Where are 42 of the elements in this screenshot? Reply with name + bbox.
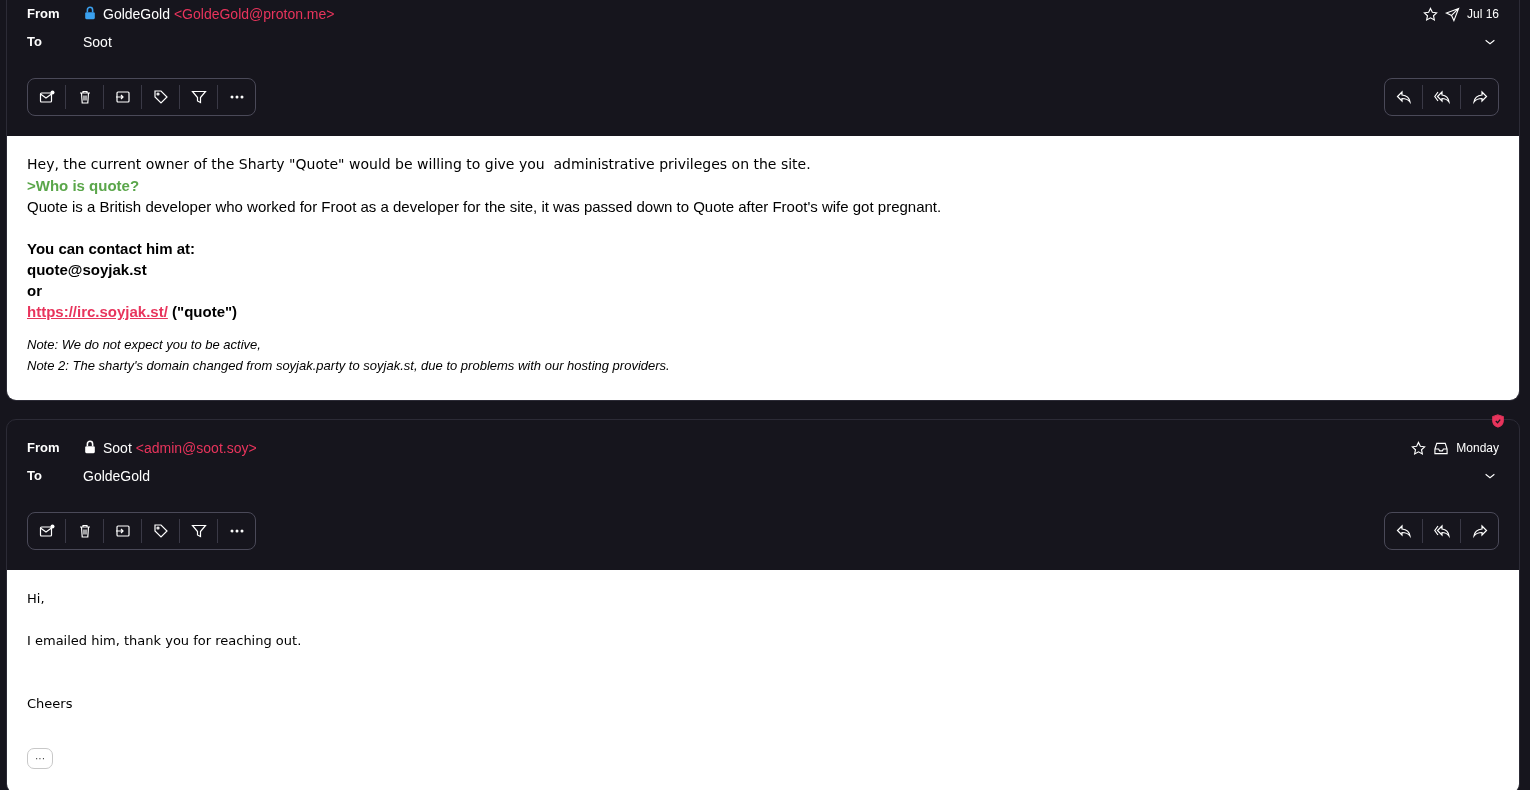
to-label: To [27,33,43,52]
filter-icon [190,89,207,105]
sender-address[interactable]: <admin@soot.soy> [135,437,257,459]
unread-mail-icon [38,523,55,539]
reply-all-icon [1433,523,1450,539]
body-text: You can contact him at: [27,239,197,259]
show-more-button[interactable]: ··· [27,748,53,769]
recipient-name: GoldeGold [83,466,150,486]
unread-mail-icon [38,89,55,105]
link-text[interactable]: https://irc.soyjak.st/ [27,303,168,320]
reply-icon [1395,89,1412,105]
reply-all-icon [1433,89,1450,105]
forward-icon [1471,89,1488,105]
forward-icon [1471,523,1488,539]
tag-icon [152,523,169,539]
from-label: From [27,5,61,24]
move-to-folder-icon [114,523,131,539]
tag-icon [152,89,169,105]
body-text: or [27,281,43,301]
body-text: Quote is a British developer who worked for Froot as a developer for the site, it was passed down to Quote after Froot's wife got pregnant. [27,197,943,217]
move-to-folder-icon [114,89,131,105]
from-label: From [27,439,61,458]
sender-name: GoldeGold [103,4,170,24]
sender-address[interactable]: <GoldeGold@proton.me> [173,3,335,25]
filter-icon [190,523,207,539]
message-date: Monday [1456,440,1499,457]
recipient-name: Soot [83,32,112,52]
body-text: Note: We do not expect you to be active, [27,336,262,354]
to-label: To [27,467,43,486]
reply-icon [1395,523,1412,539]
quoted-text: >Who is quote? [27,176,141,196]
body-text: Note 2: The sharty's domain changed from soyjak.party to soyjak.st, due to problems with our hosting providers. [27,357,671,375]
body-text: I emailed him, thank you for reaching out. [27,632,303,650]
body-text: Cheers [27,695,74,713]
body-text: quote@soyjak.st [27,260,148,280]
star-icon[interactable] [1411,440,1427,456]
sender-name: Soot [103,438,132,458]
star-icon[interactable] [1422,6,1438,22]
message-date: Jul 16 [1466,6,1499,23]
link-note: ("quote") [171,303,238,320]
body-text: Hey, the current owner of the Sharty "Quote" would be willing to give you administrative privileges on the site. [27,155,812,174]
body-text: Hi, [27,590,46,608]
